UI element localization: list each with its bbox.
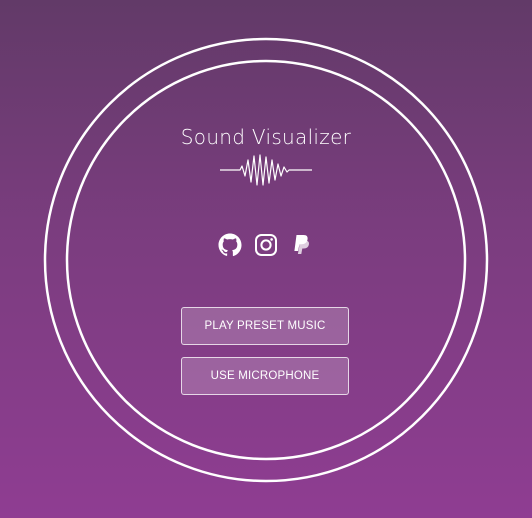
sound-wave-icon: [220, 154, 312, 186]
github-icon: [218, 233, 242, 257]
social-links: [0, 232, 532, 258]
play-preset-music-button[interactable]: PLAY PRESET MUSIC: [181, 307, 349, 345]
paypal-icon: [294, 235, 310, 254]
github-link[interactable]: [217, 232, 243, 258]
app-title: Sound Visualizer: [180, 125, 352, 149]
inner-ring: [65, 59, 467, 461]
instagram-link[interactable]: [253, 232, 279, 258]
instagram-icon: [255, 234, 277, 256]
use-microphone-button[interactable]: USE MICROPHONE: [181, 357, 349, 395]
paypal-link[interactable]: [289, 232, 315, 258]
visualizer-rings: [43, 37, 489, 483]
outer-ring: [43, 37, 489, 483]
